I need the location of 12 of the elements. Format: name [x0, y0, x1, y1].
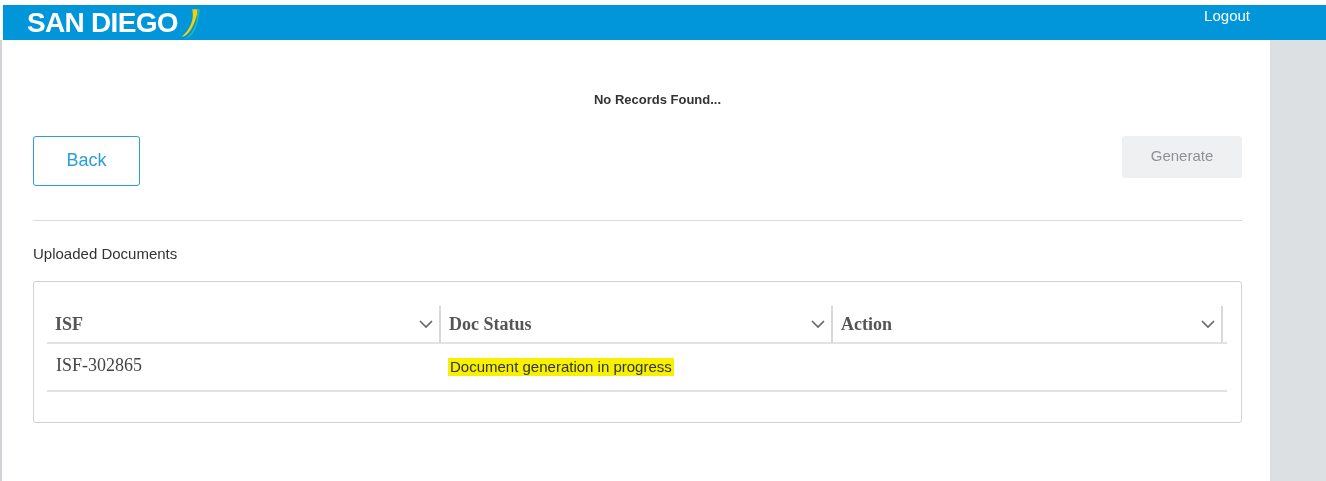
chevron-down-icon[interactable] — [1201, 319, 1215, 329]
table-cell: Document generation in progress — [448, 358, 674, 376]
chevron-down-icon[interactable] — [811, 319, 825, 329]
chevron-down-icon[interactable] — [419, 319, 433, 329]
column-header[interactable]: Action — [841, 310, 892, 338]
column-header[interactable]: Doc Status — [449, 310, 532, 338]
wave-logo-icon — [179, 7, 200, 38]
column-header[interactable]: ISF — [55, 310, 83, 338]
section-title: Uploaded Documents — [33, 243, 179, 264]
table-cell-text: ISF-302865 — [56, 353, 142, 377]
logo-text: SAN DIEGO — [27, 6, 178, 39]
status-message: No Records Found... — [592, 91, 723, 109]
